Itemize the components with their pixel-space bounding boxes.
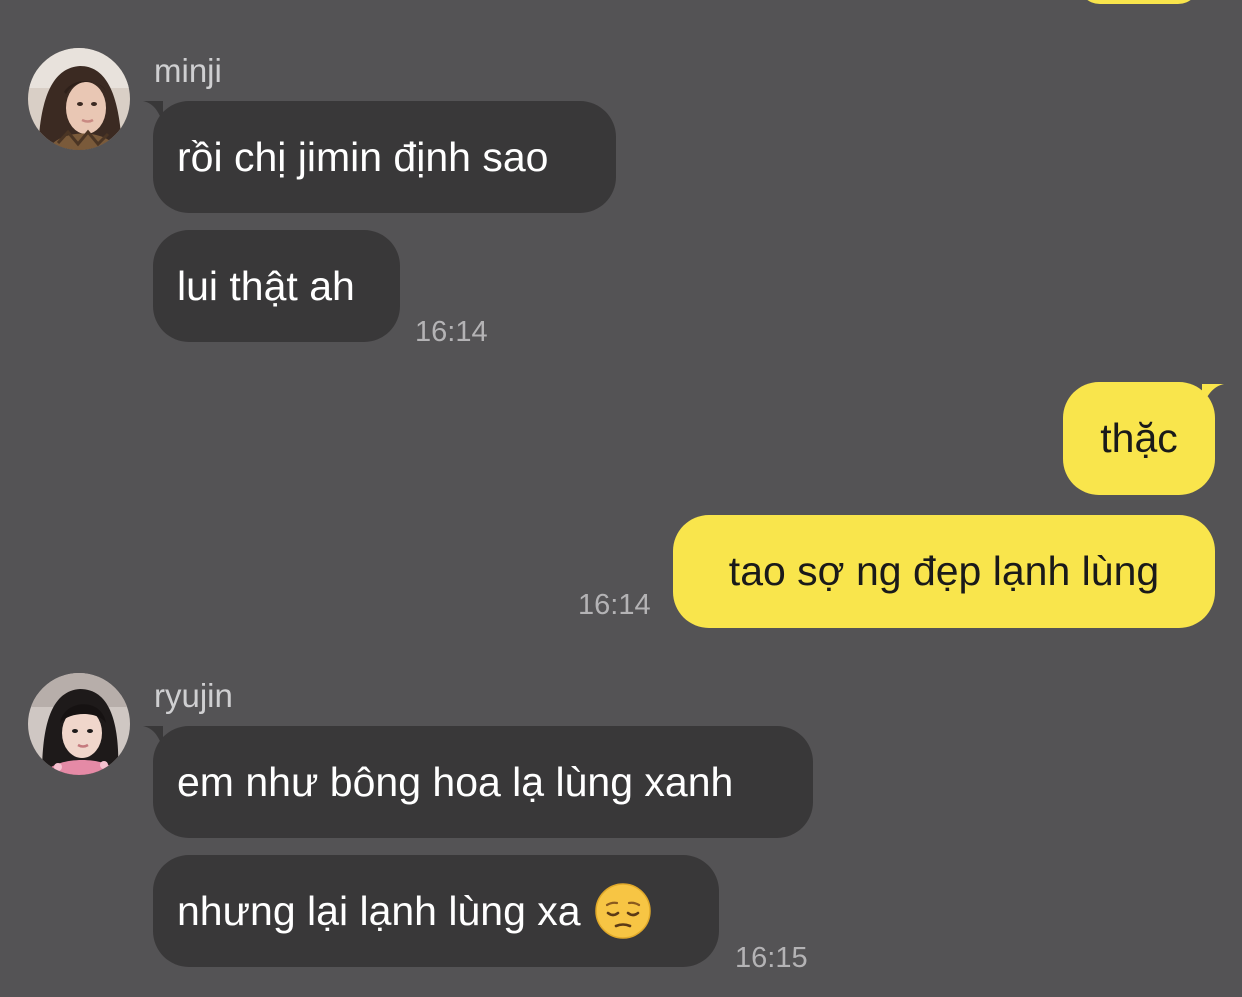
chat-screen: minji rồi chị jimin định sao lui thật ah… <box>0 0 1242 997</box>
incoming-message-bubble[interactable]: lui thật ah <box>153 230 400 342</box>
outgoing-message-bubble-partial[interactable] <box>1078 0 1200 4</box>
sender-name-ryujin: ryujin <box>154 677 233 714</box>
pensive-face-icon <box>594 883 651 939</box>
incoming-message-bubble[interactable]: rồi chị jimin định sao <box>153 101 616 213</box>
message-timestamp: 16:14 <box>415 316 488 348</box>
message-text: thặc <box>1100 415 1178 461</box>
message-text: lui thật ah <box>177 262 355 309</box>
sender-name-minji: minji <box>154 52 222 89</box>
message-text: nhưng lại lạnh lùng xa <box>177 887 581 934</box>
outgoing-message-bubble[interactable]: tao sợ ng đẹp lạnh lùng <box>673 515 1215 628</box>
message-timestamp: 16:15 <box>735 942 808 974</box>
incoming-message-bubble[interactable]: em như bông hoa lạ lùng xanh <box>153 726 813 838</box>
avatar-minji-icon <box>28 48 130 150</box>
message-timestamp: 16:14 <box>578 589 651 621</box>
avatar-ryujin[interactable] <box>28 673 130 775</box>
avatar-minji[interactable] <box>28 48 130 150</box>
incoming-message-bubble[interactable]: nhưng lại lạnh lùng xa <box>153 855 719 967</box>
message-text: tao sợ ng đẹp lạnh lùng <box>728 548 1160 594</box>
outgoing-message-bubble[interactable]: thặc <box>1063 382 1215 495</box>
avatar-ryujin-icon <box>28 673 130 775</box>
message-text: rồi chị jimin định sao <box>177 133 549 180</box>
message-text: em như bông hoa lạ lùng xanh <box>177 758 734 805</box>
